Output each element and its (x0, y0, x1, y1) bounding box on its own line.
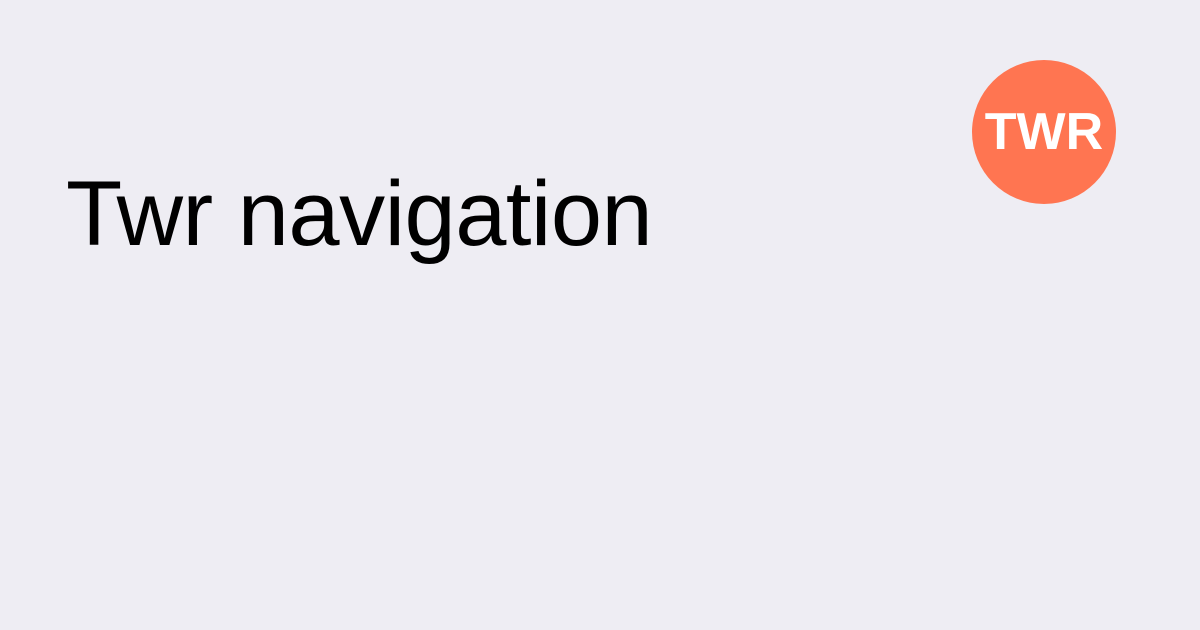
logo-text: TWR (984, 103, 1104, 161)
page-title: Twr navigation (66, 163, 653, 265)
twr-logo: TWR (972, 60, 1116, 204)
social-card: Twr navigation TWR (0, 0, 1200, 630)
